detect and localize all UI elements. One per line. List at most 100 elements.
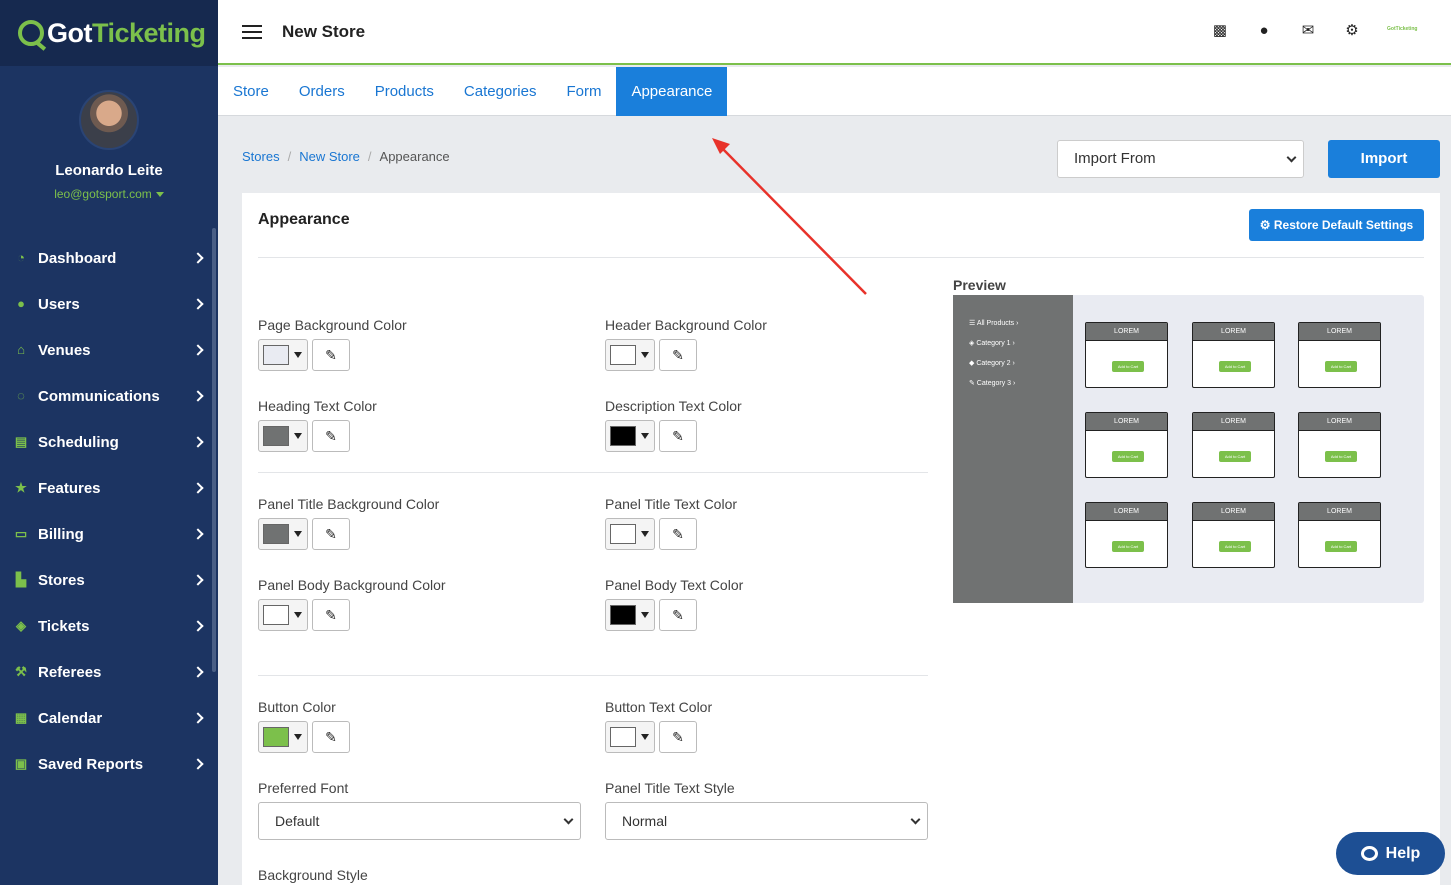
user-profile: Leonardo Leite leo@gotsport.com [0, 66, 218, 201]
panel-body-text-color-label: Panel Body Text Color [605, 577, 744, 593]
preview-product-card: LOREM Add to Cart [1192, 502, 1275, 568]
user-email-dropdown[interactable]: leo@gotsport.com [0, 187, 218, 201]
dashboard-icon: ◔ [17, 250, 25, 265]
calendar-icon: ▦ [14, 710, 28, 725]
app-logo[interactable]: GotTicketing [0, 0, 218, 66]
header-bg-color-label: Header Background Color [605, 317, 767, 333]
import-from-select[interactable]: Import From [1057, 140, 1304, 178]
eyedropper-icon[interactable]: ✎ [659, 721, 697, 753]
help-button[interactable]: Help [1336, 832, 1445, 875]
color-swatch [263, 524, 289, 544]
preview-category: ☰ All Products › [969, 320, 1019, 327]
caret-down-icon [294, 734, 302, 740]
color-swatch [263, 426, 289, 446]
sidebar-item-dashboard[interactable]: ◔ Dashboard [0, 235, 218, 281]
sidebar-item-features[interactable]: ★ Features [0, 465, 218, 511]
page-bg-color-swatch[interactable] [258, 339, 308, 371]
color-swatch [610, 727, 636, 747]
sidebar-item-communications[interactable]: ◌ Communications [0, 373, 218, 419]
restore-default-settings-button[interactable]: ⚙ Restore Default Settings [1249, 209, 1424, 241]
divider [258, 675, 928, 676]
heading-text-color-swatch[interactable] [258, 420, 308, 452]
user-icon[interactable]: ● [1255, 21, 1273, 39]
menu-icon[interactable] [242, 24, 262, 39]
color-swatch [610, 345, 636, 365]
preview-product-card: LOREM Add to Cart [1192, 322, 1275, 388]
sidebar-item-scheduling[interactable]: ▤ Scheduling [0, 419, 218, 465]
heading-text-color-label: Heading Text Color [258, 398, 377, 414]
button-color-swatch[interactable] [258, 721, 308, 753]
eyedropper-icon[interactable]: ✎ [312, 339, 350, 371]
eyedropper-icon[interactable]: ✎ [659, 420, 697, 452]
chevron-right-icon [192, 666, 204, 678]
eyedropper-icon[interactable]: ✎ [312, 599, 350, 631]
mail-icon[interactable]: ✉ [1299, 21, 1317, 39]
gear-icon[interactable]: ⚙ [1343, 21, 1361, 39]
preview-product-card: LOREM Add to Cart [1298, 412, 1381, 478]
import-button[interactable]: Import [1328, 140, 1440, 178]
caret-down-icon [294, 531, 302, 537]
avatar[interactable] [79, 90, 139, 150]
sidebar-nav: ◔ Dashboard ● Users ⌂ Venues ◌ Communication… [0, 235, 218, 787]
background-style-label: Background Style [258, 867, 368, 883]
sidebar-item-calendar[interactable]: ▦ Calendar [0, 695, 218, 741]
chevron-right-icon [192, 712, 204, 724]
button-text-color-swatch[interactable] [605, 721, 655, 753]
sidebar-item-tickets[interactable]: ◈ Tickets [0, 603, 218, 649]
user-name: Leonardo Leite [55, 162, 163, 179]
eyedropper-icon[interactable]: ✎ [312, 518, 350, 550]
eyedropper-icon[interactable]: ✎ [312, 721, 350, 753]
chevron-down-icon [910, 814, 921, 825]
panel-title: Appearance [258, 211, 350, 228]
tab-form[interactable]: Form [551, 67, 616, 116]
sidebar-item-billing[interactable]: ▭ Billing [0, 511, 218, 557]
caret-down-icon [641, 433, 649, 439]
chevron-right-icon [192, 620, 204, 632]
ticket-icon: ◈ [16, 618, 26, 633]
breadcrumb-new-store[interactable]: New Store [299, 149, 360, 164]
annotation-arrow [712, 138, 867, 295]
panel-title-text-color-swatch[interactable] [605, 518, 655, 550]
chevron-right-icon [192, 390, 204, 402]
tab-appearance[interactable]: Appearance [616, 67, 728, 116]
eyedropper-icon[interactable]: ✎ [659, 339, 697, 371]
tab-products[interactable]: Products [360, 67, 449, 116]
eyedropper-icon[interactable]: ✎ [659, 518, 697, 550]
button-text-color-label: Button Text Color [605, 699, 713, 715]
sidebar-item-saved-reports[interactable]: ▣ Saved Reports [0, 741, 218, 787]
panel-body-text-color-swatch[interactable] [605, 599, 655, 631]
panel-title-bg-color-swatch[interactable] [258, 518, 308, 550]
sidebar-item-stores[interactable]: ▙ Stores [0, 557, 218, 603]
sidebar-item-users[interactable]: ● Users [0, 281, 218, 327]
preview-category: ◆ Category 2 › [969, 360, 1015, 367]
qr-code-icon[interactable]: ▩ [1211, 21, 1229, 39]
logo-q-icon [18, 20, 44, 46]
sidebar: GotTicketing Leonardo Leite leo@gotsport… [0, 0, 218, 885]
preview-sidebar: ☰ All Products › ◈ Category 1 › ◆ Catego… [953, 295, 1073, 603]
preview-label: Preview [953, 277, 1006, 293]
preview-product-card: LOREM Add to Cart [1298, 502, 1381, 568]
panel-body-bg-color-swatch[interactable] [258, 599, 308, 631]
chevron-right-icon [192, 436, 204, 448]
tab-orders[interactable]: Orders [284, 67, 360, 116]
color-swatch [610, 426, 636, 446]
preview-category: ✎ Category 3 › [969, 380, 1016, 387]
sidebar-item-referees[interactable]: ⚒ Referees [0, 649, 218, 695]
eyedropper-icon[interactable]: ✎ [312, 420, 350, 452]
breadcrumb-stores[interactable]: Stores [242, 149, 280, 164]
brand-mini-logo[interactable]: GotTicketing [1387, 26, 1421, 34]
eyedropper-icon[interactable]: ✎ [659, 599, 697, 631]
sidebar-scrollbar[interactable] [212, 228, 216, 672]
tab-categories[interactable]: Categories [449, 67, 552, 116]
header-bg-color-swatch[interactable] [605, 339, 655, 371]
chat-bubble-icon [1360, 846, 1378, 861]
description-text-color-swatch[interactable] [605, 420, 655, 452]
sidebar-item-venues[interactable]: ⌂ Venues [0, 327, 218, 373]
preview-category: ◈ Category 1 › [969, 340, 1015, 347]
caret-down-icon [641, 734, 649, 740]
chevron-right-icon [192, 758, 204, 770]
tab-store[interactable]: Store [218, 67, 284, 116]
chevron-right-icon [192, 574, 204, 586]
panel-title-text-style-select[interactable]: Normal [605, 802, 928, 840]
preferred-font-select[interactable]: Default [258, 802, 581, 840]
